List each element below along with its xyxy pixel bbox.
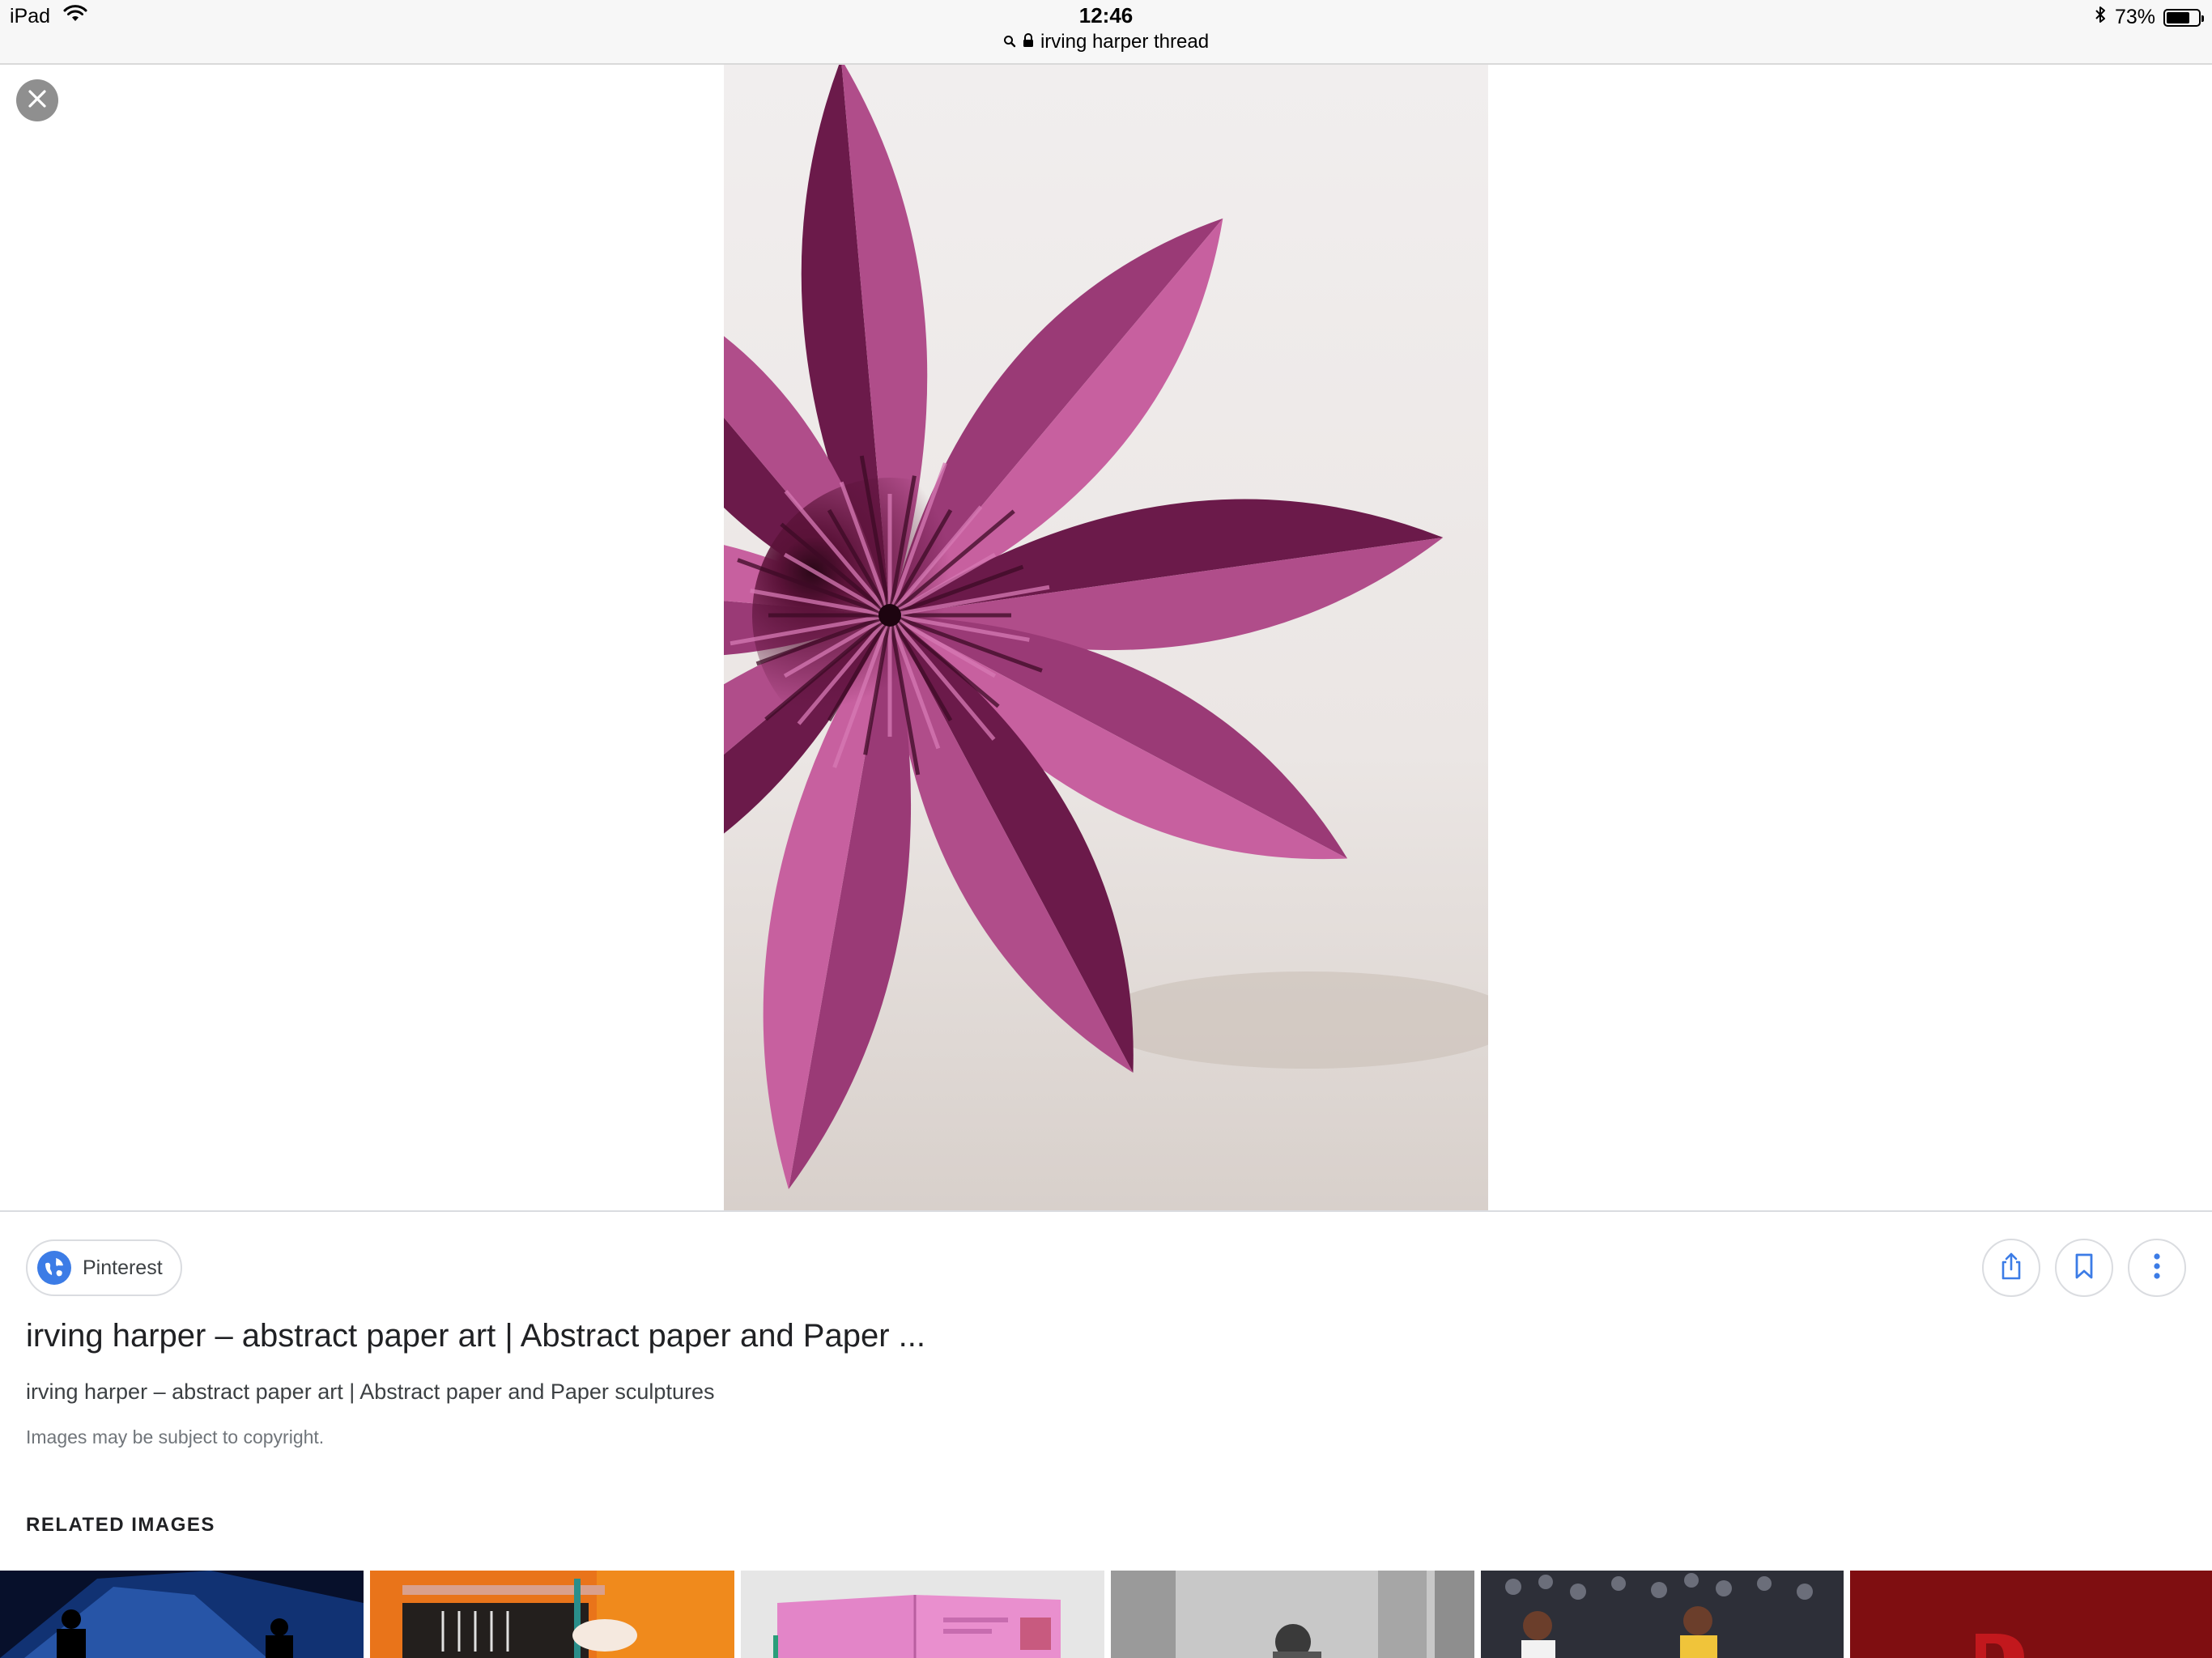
result-title[interactable]: irving harper – abstract paper art | Abs…: [26, 1318, 925, 1354]
bookmark-button[interactable]: [2055, 1239, 2113, 1297]
orange-room-thumbnail[interactable]: [370, 1571, 734, 1658]
url-text: irving harper thread: [1040, 31, 1210, 53]
related-images-strip: [0, 1571, 2212, 1658]
lock-icon: [1023, 31, 1034, 53]
bluetooth-icon: [2094, 5, 2107, 30]
pink-book-thumbnail[interactable]: [741, 1571, 1104, 1658]
action-bar: [1982, 1239, 2186, 1297]
close-button[interactable]: [16, 79, 58, 121]
basketball-thumbnail[interactable]: [1481, 1571, 1844, 1658]
preview-image[interactable]: [724, 65, 1488, 1210]
more-vertical-icon: [2153, 1252, 2161, 1284]
source-chip[interactable]: Pinterest: [26, 1239, 182, 1296]
image-viewer: [0, 65, 2212, 1210]
source-label: Pinterest: [83, 1256, 163, 1279]
bookmark-icon: [2074, 1252, 2095, 1284]
search-icon: [1003, 31, 1016, 53]
divider: [0, 1210, 2212, 1212]
share-icon: [1999, 1252, 2023, 1285]
more-button[interactable]: [2128, 1239, 2186, 1297]
related-images-heading: RELATED IMAGES: [26, 1514, 215, 1536]
share-button[interactable]: [1982, 1239, 2040, 1297]
copyright-notice: Images may be subject to copyright.: [26, 1426, 325, 1448]
close-icon: [27, 88, 48, 113]
status-bar: iPad 12:46 irving harper thread 73%: [0, 0, 2212, 65]
red-letter-thumbnail[interactable]: [1850, 1571, 2212, 1658]
battery-icon: [2163, 8, 2204, 27]
monochrome-portrait-thumbnail[interactable]: [1111, 1571, 1474, 1658]
battery-percent: 73%: [2114, 6, 2155, 28]
clock: 12:46: [1078, 3, 1134, 28]
result-subtitle: irving harper – abstract paper art | Abs…: [26, 1380, 715, 1404]
concert-thumbnail[interactable]: [0, 1571, 364, 1658]
address-bar[interactable]: irving harper thread: [0, 31, 2212, 53]
globe-icon: [37, 1251, 71, 1285]
